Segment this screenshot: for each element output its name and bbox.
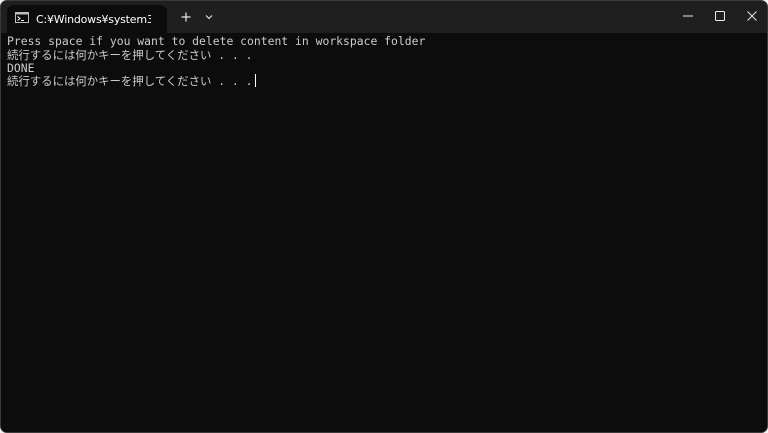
output-line: 続行するには何かキーを押してください . . .: [7, 48, 253, 62]
close-button[interactable]: [729, 1, 767, 31]
tab-title: C:¥Windows¥system32¥cmd.e: [36, 13, 151, 26]
terminal-output[interactable]: Press space if you want to delete conten…: [1, 33, 767, 432]
text-cursor: [254, 74, 256, 87]
prompt-text: 続行するには何かキーを押してください . . .: [7, 74, 253, 88]
tab-close-icon[interactable]: [153, 10, 167, 24]
tab-cmd[interactable]: C:¥Windows¥system32¥cmd.e: [7, 5, 167, 33]
prompt-line: 続行するには何かキーを押してください . . .: [7, 74, 256, 88]
output-line: Press space if you want to delete conten…: [7, 34, 426, 48]
close-icon: [747, 11, 757, 21]
chevron-down-icon[interactable]: [202, 10, 216, 24]
terminal-icon: [15, 12, 29, 23]
plus-icon[interactable]: [179, 10, 193, 24]
minimize-icon: [683, 15, 693, 17]
output-line: DONE: [7, 61, 35, 75]
terminal-window: C:¥Windows¥system32¥cmd.e Pr: [0, 0, 768, 433]
maximize-icon: [715, 11, 725, 21]
title-bar[interactable]: C:¥Windows¥system32¥cmd.e: [1, 1, 767, 33]
